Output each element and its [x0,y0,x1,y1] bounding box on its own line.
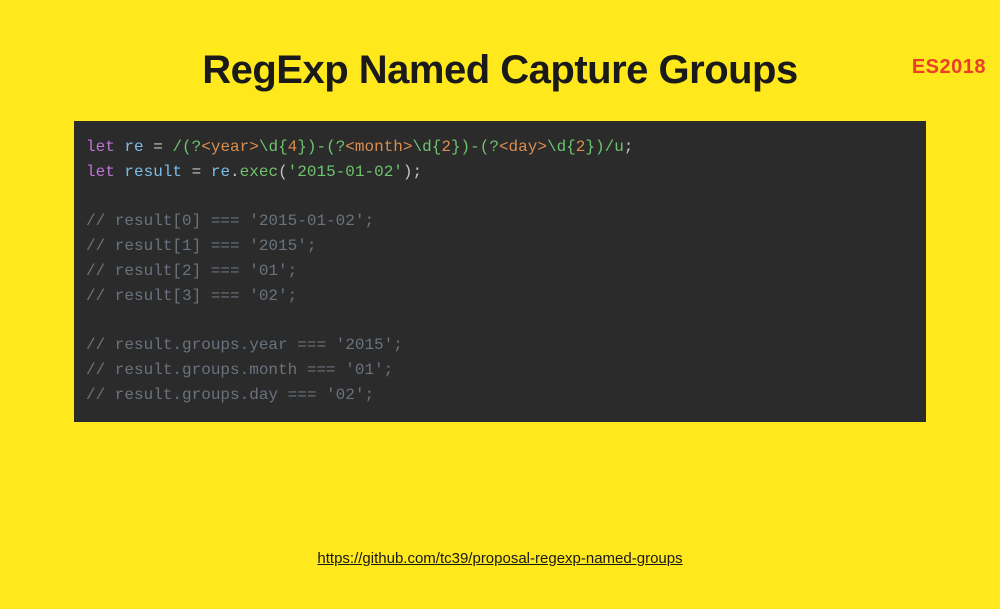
code-token: ) [403,163,413,181]
code-token: <month> [345,138,412,156]
code-token: let [86,138,115,156]
code-comment: // result[0] === '2015-01-02'; [86,212,374,230]
code-token: ; [624,138,634,156]
code-token: 2 [441,138,451,156]
code-token: . [230,163,240,181]
code-token: <year> [201,138,259,156]
code-token: = [182,163,211,181]
code-comment: // result.groups.year === '2015'; [86,336,403,354]
code-token: re [124,138,143,156]
code-token: })-(? [451,138,499,156]
code-token: 2 [576,138,586,156]
code-token: \d{ [547,138,576,156]
code-token: let [86,163,115,181]
code-comment: // result[3] === '02'; [86,287,297,305]
code-token: ; [413,163,423,181]
code-comment: // result.groups.day === '02'; [86,386,374,404]
code-comment: // result.groups.month === '01'; [86,361,393,379]
code-block: let re = /(?<year>\d{4})-(?<month>\d{2})… [74,121,926,422]
code-token: })-(? [297,138,345,156]
code-token: /(? [172,138,201,156]
code-comment: // result[2] === '01'; [86,262,297,280]
slide-title: RegExp Named Capture Groups [0,48,1000,93]
code-token: \d{ [259,138,288,156]
code-token: \d{ [413,138,442,156]
code-token: = [144,138,173,156]
code-token: exec [240,163,278,181]
code-token: })/u [585,138,623,156]
proposal-link[interactable]: https://github.com/tc39/proposal-regexp-… [0,550,1000,567]
code-token: '2015-01-02' [288,163,403,181]
code-token: 4 [288,138,298,156]
code-token: result [124,163,182,181]
es-version-badge: ES2018 [912,56,986,79]
code-token: re [211,163,230,181]
code-token: <day> [499,138,547,156]
code-token: ( [278,163,288,181]
code-comment: // result[1] === '2015'; [86,237,316,255]
